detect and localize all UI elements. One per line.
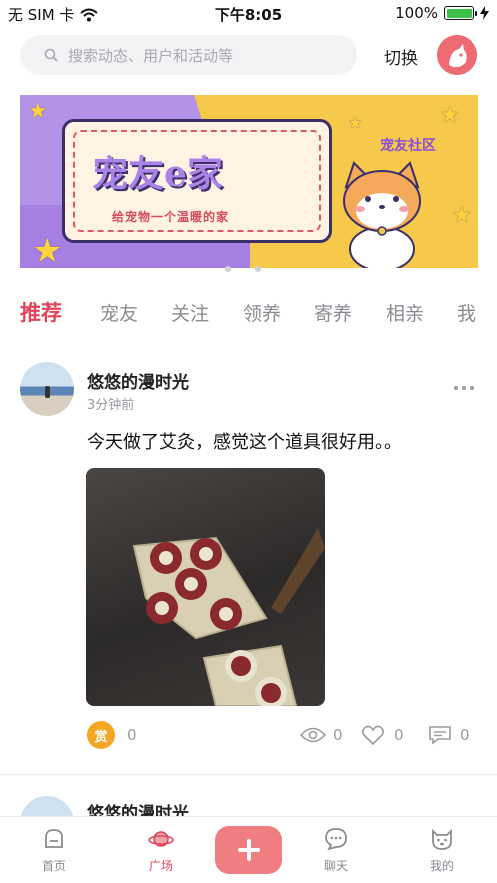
banner-title: 宠友e家 <box>92 153 223 195</box>
star-icon: ★ <box>452 203 472 228</box>
tab-more[interactable]: 我 <box>457 299 476 326</box>
shiba-dog-illustration <box>343 161 421 268</box>
user-avatar[interactable] <box>437 35 477 75</box>
plus-icon <box>237 839 260 861</box>
post-author-avatar[interactable] <box>20 362 74 416</box>
nav-square-label: 广场 <box>148 859 173 873</box>
carousel-indicator <box>225 266 261 272</box>
star-icon: ★ <box>440 103 460 128</box>
search-placeholder: 搜索动态、用户和活动等 <box>68 46 234 65</box>
category-tabs: 推荐 宠友 关注 领养 寄养 相亲 我 <box>0 297 497 331</box>
post-divider <box>0 774 497 775</box>
like-icon[interactable] <box>362 725 384 745</box>
carousel-dot[interactable] <box>255 266 261 272</box>
reward-count: 0 <box>127 726 137 744</box>
nav-home-label: 首页 <box>41 859 66 873</box>
tab-matchmaking[interactable]: 相亲 <box>386 299 424 326</box>
views-count: 0 <box>333 726 343 744</box>
likes-count: 0 <box>394 726 404 744</box>
create-post-button[interactable] <box>215 826 282 874</box>
battery-percent: 100% <box>395 4 438 22</box>
post-timestamp: 3分钟前 <box>87 398 135 413</box>
star-icon: ★ <box>348 113 363 132</box>
tab-following[interactable]: 关注 <box>171 299 209 326</box>
nav-mine[interactable]: 我的 <box>412 827 472 874</box>
pet-avatar-icon <box>437 35 477 75</box>
tab-adopt[interactable]: 领养 <box>243 299 281 326</box>
views-icon[interactable] <box>300 726 326 744</box>
nav-square[interactable]: 广场 <box>131 827 191 874</box>
comments-count: 0 <box>460 726 470 744</box>
switch-button[interactable]: 切换 <box>384 44 418 69</box>
status-bar: 无 SIM 卡 下午8:05 100% <box>0 0 497 28</box>
carousel-dot[interactable] <box>225 266 231 272</box>
chat-icon <box>325 828 347 851</box>
search-input[interactable]: 搜索动态、用户和活动等 <box>20 35 357 75</box>
charging-icon <box>480 6 489 20</box>
home-icon <box>45 829 63 848</box>
planet-icon <box>148 831 174 847</box>
moxibustion-tool-photo <box>132 528 325 706</box>
nav-chat[interactable]: 聊天 <box>306 827 366 874</box>
post-image[interactable] <box>86 468 325 706</box>
tab-recommend[interactable]: 推荐 <box>20 297 62 327</box>
search-icon <box>44 48 58 62</box>
star-icon: ★ <box>32 231 63 268</box>
banner-tag: 宠友社区 <box>380 138 436 154</box>
nav-mine-label: 我的 <box>429 859 454 873</box>
tab-pet-friends[interactable]: 宠友 <box>100 299 138 326</box>
more-options-icon[interactable] <box>454 386 474 390</box>
status-right: 100% <box>395 4 489 22</box>
post-author-name[interactable]: 悠悠的漫时光 <box>87 368 189 393</box>
reward-button[interactable]: 赏 <box>87 721 115 749</box>
nav-home[interactable]: 首页 <box>24 827 84 874</box>
battery-icon <box>444 6 477 20</box>
tab-foster[interactable]: 寄养 <box>314 299 352 326</box>
banner-carousel[interactable]: ★ ★ ★ ★ ★ ★ 宠友e家 给宠物一个温暖的家 宠友社区 <box>20 95 478 268</box>
star-icon: ★ <box>28 99 48 124</box>
dog-face-icon <box>432 828 452 850</box>
banner-subtitle: 给宠物一个温暖的家 <box>112 210 230 224</box>
post-text: 今天做了艾灸，感觉这个道具很好用。。 <box>87 432 402 453</box>
nav-chat-label: 聊天 <box>323 859 348 873</box>
comment-icon[interactable] <box>428 725 452 745</box>
